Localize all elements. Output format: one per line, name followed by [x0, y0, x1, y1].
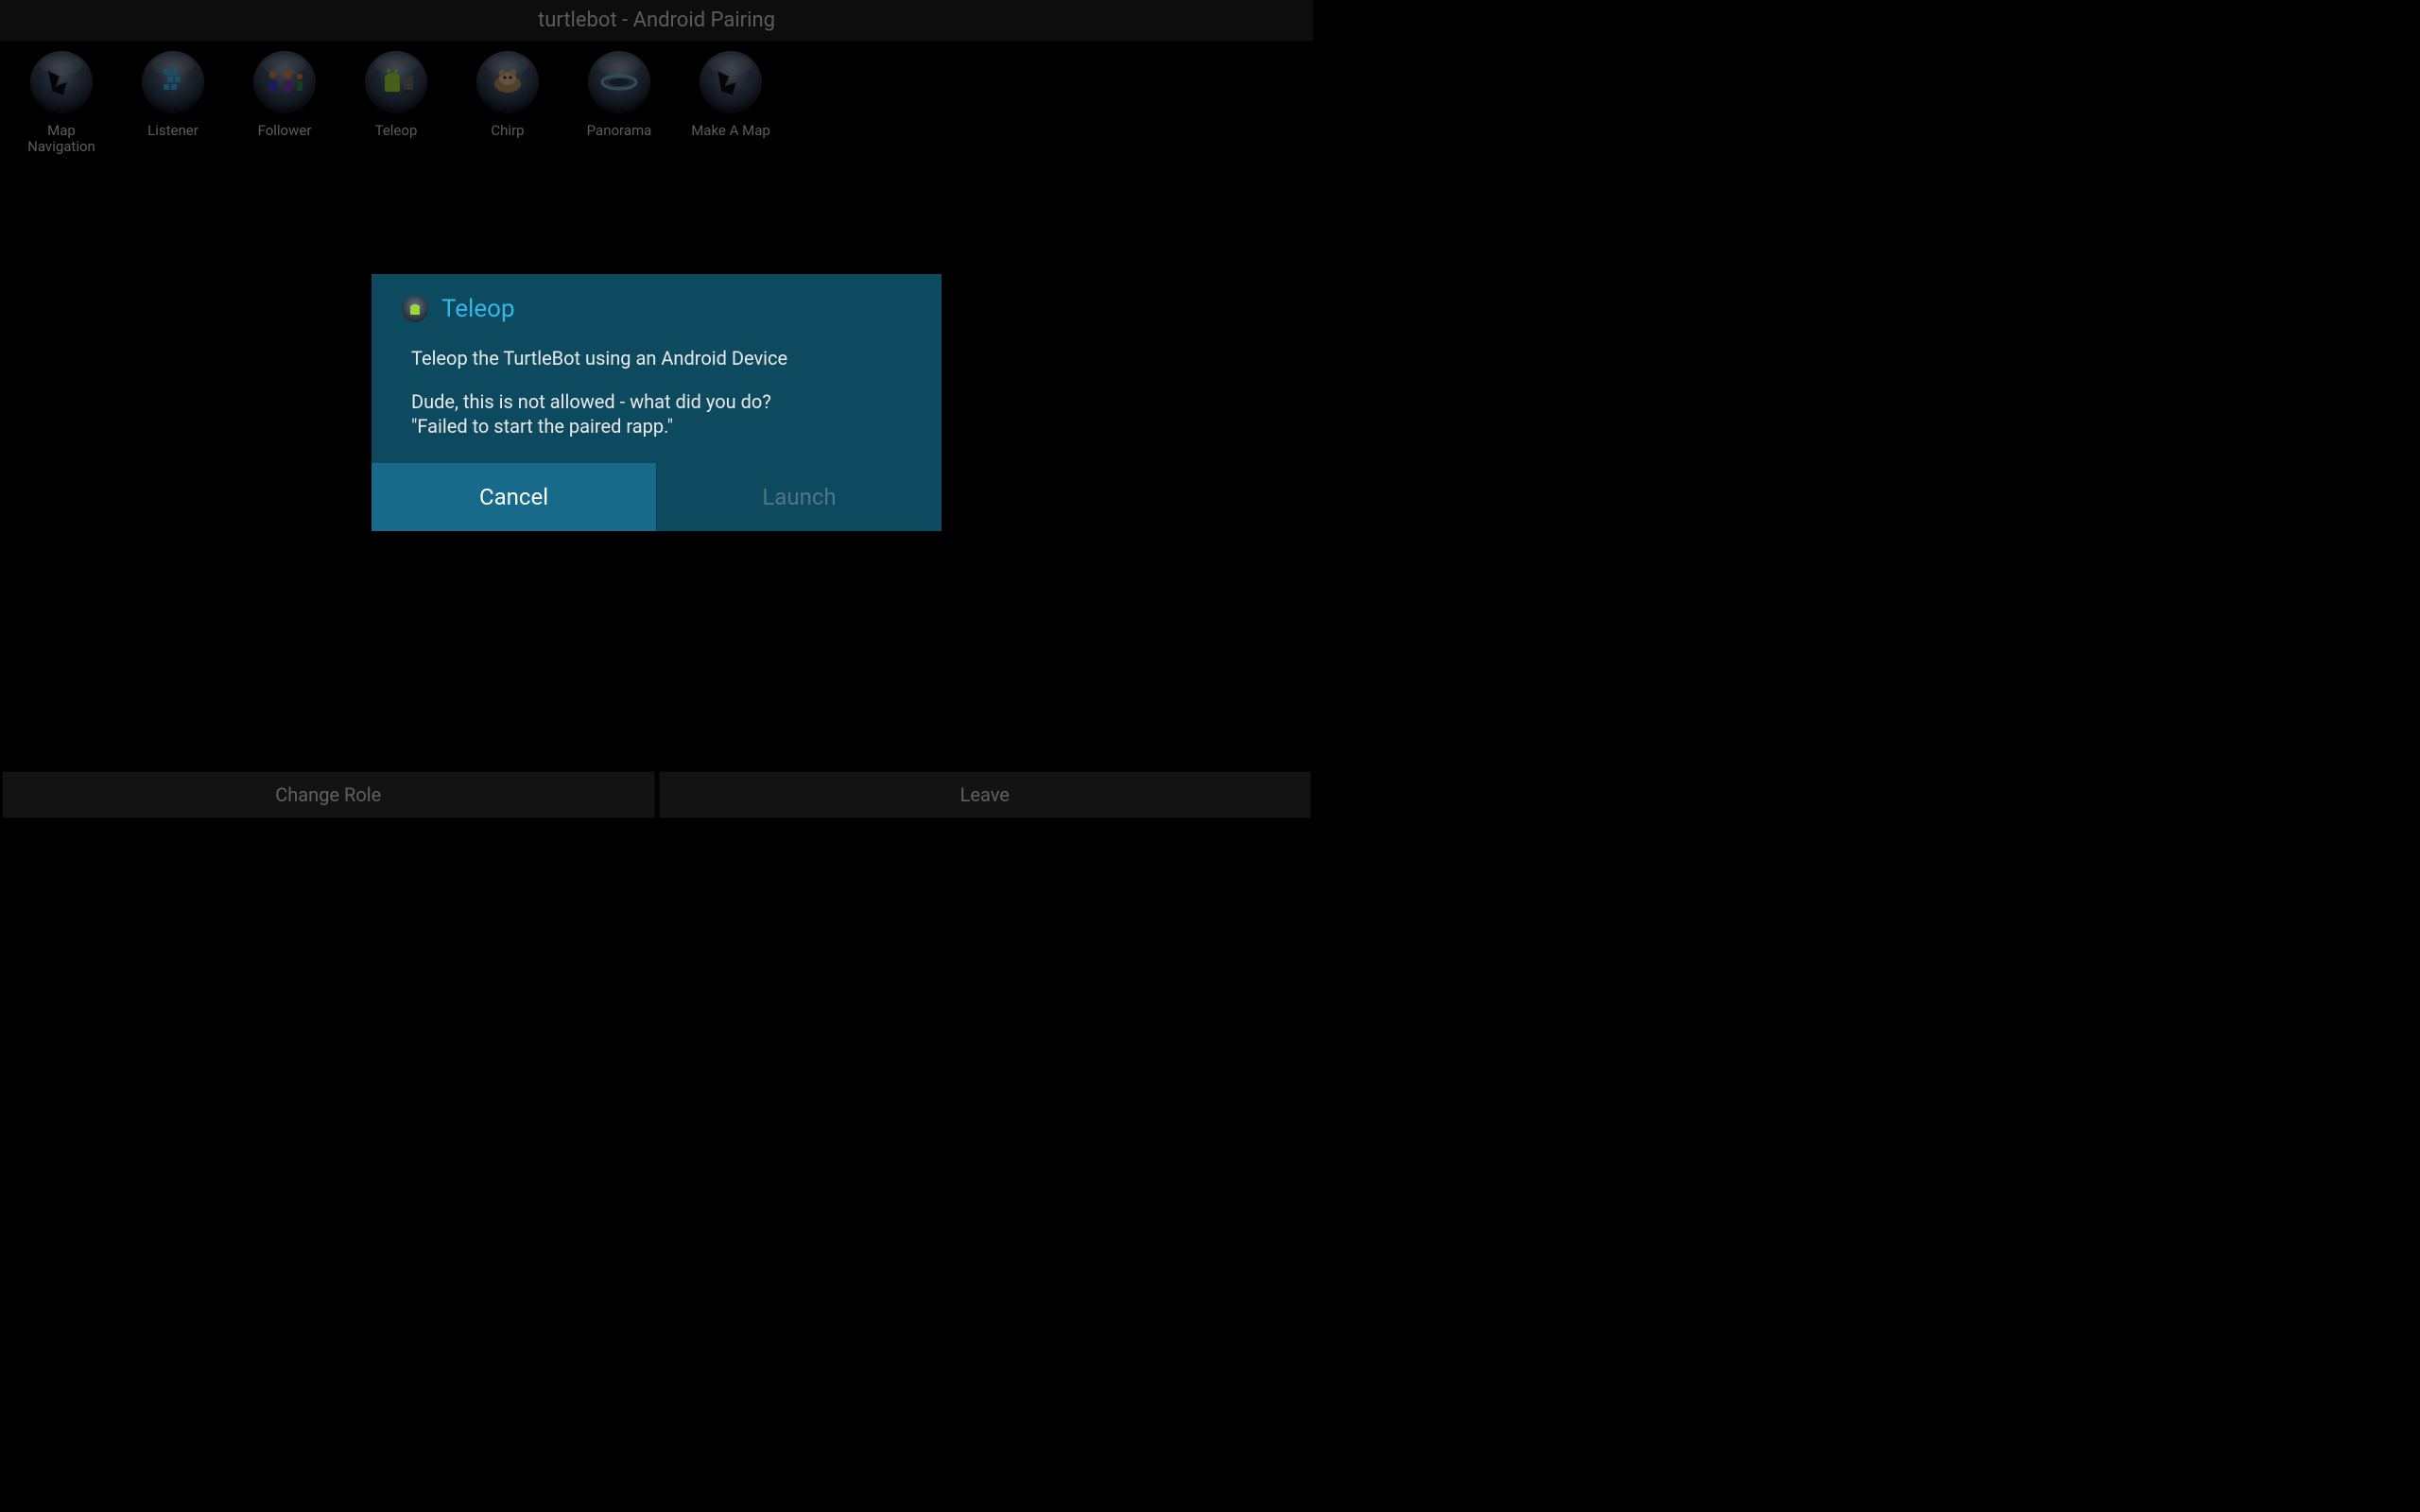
- dialog-title: Teleop: [441, 295, 515, 323]
- follower-icon: [253, 51, 316, 113]
- cancel-button[interactable]: Cancel: [372, 463, 657, 531]
- dialog-body: Teleop the TurtleBot using an Android De…: [372, 333, 942, 463]
- app-label: Listener: [147, 123, 199, 139]
- app-panorama[interactable]: Panorama: [563, 51, 675, 156]
- app-teleop[interactable]: Teleop: [340, 51, 452, 156]
- dialog-description: Teleop the TurtleBot using an Android De…: [411, 346, 902, 370]
- page-title: turtlebot - Android Pairing: [538, 9, 775, 32]
- make-map-icon: [700, 51, 762, 113]
- change-role-button[interactable]: Change Role: [2, 771, 655, 818]
- listener-icon: [142, 51, 204, 113]
- app-follower[interactable]: Follower: [229, 51, 340, 156]
- teleop-icon: [365, 51, 427, 113]
- app-make-a-map[interactable]: Make A Map: [675, 51, 786, 156]
- header-bar: turtlebot - Android Pairing: [0, 0, 1313, 42]
- dialog-error-line1: Dude, this is not allowed - what did you…: [411, 389, 902, 414]
- android-robot-icon: [402, 296, 428, 322]
- app-map-navigation[interactable]: Map Navigation: [6, 51, 117, 156]
- launch-button[interactable]: Launch: [657, 463, 942, 531]
- dialog-title-row: Teleop: [372, 274, 942, 333]
- app-chirp[interactable]: Chirp: [452, 51, 563, 156]
- app-label: Panorama: [587, 123, 652, 139]
- app-label: Follower: [258, 123, 312, 139]
- app-label: Map Navigation: [12, 123, 111, 156]
- panorama-icon: [588, 51, 650, 113]
- app-listener[interactable]: Listener: [117, 51, 229, 156]
- app-label: Teleop: [375, 123, 418, 139]
- chirp-icon: [476, 51, 539, 113]
- leave-button[interactable]: Leave: [659, 771, 1312, 818]
- app-label: Make A Map: [691, 123, 770, 139]
- app-label: Chirp: [491, 123, 524, 139]
- teleop-dialog: Teleop Teleop the TurtleBot using an And…: [372, 274, 942, 531]
- footer-bar: Change Role Leave: [0, 771, 1313, 820]
- app-grid: Map Navigation Listener: [0, 42, 1313, 165]
- dialog-error-line2: "Failed to start the paired rapp.": [411, 414, 902, 438]
- dialog-button-row: Cancel Launch: [372, 463, 942, 531]
- map-nav-icon: [30, 51, 93, 113]
